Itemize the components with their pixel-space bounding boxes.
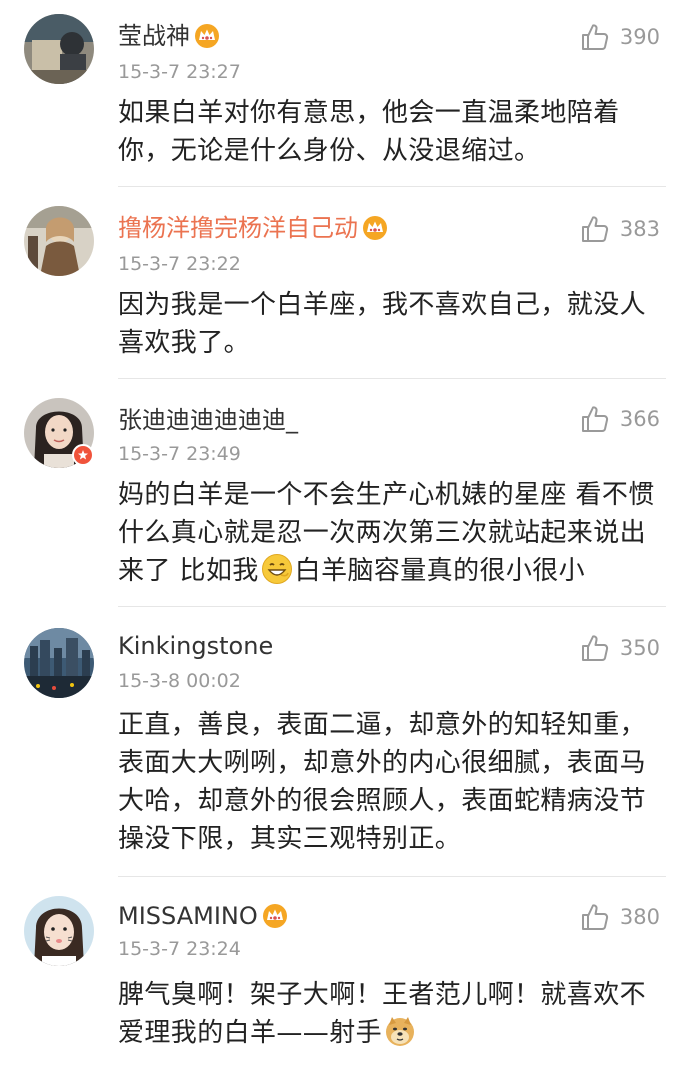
doge-emoji-icon (386, 1017, 415, 1046)
comment-feed: 莹战神 15-3-7 23:27 390 如果白羊对你有意思，他会一直温柔地陪着… (0, 0, 690, 1068)
like-button[interactable]: 383 (580, 214, 660, 244)
thumbs-up-icon (581, 904, 608, 930)
like-button[interactable]: 350 (580, 633, 660, 663)
avatar[interactable] (24, 896, 94, 966)
like-count: 380 (619, 905, 660, 929)
divider (118, 186, 666, 187)
thumbs-up-icon (581, 635, 608, 661)
grin-emoji-icon (261, 554, 292, 584)
crown-icon (262, 904, 287, 928)
comment-item: 莹战神 15-3-7 23:27 390 如果白羊对你有意思，他会一直温柔地陪着… (0, 0, 690, 188)
avatar[interactable] (24, 206, 94, 276)
username-row: MISSAMINO (118, 900, 289, 932)
username-row: 撸杨洋撸完杨洋自己动 (118, 212, 389, 244)
username[interactable]: MISSAMINO (118, 900, 258, 932)
timestamp: 15-3-7 23:27 (118, 61, 241, 83)
crown-icon (363, 216, 387, 240)
comment-text: 妈的白羊是一个不会生产心机婊的星座 看不惯什么真心就是忍一次两次第三次就站起来说… (118, 476, 670, 590)
avatar[interactable] (24, 14, 94, 84)
username[interactable]: 张迪迪迪迪迪迪_ (118, 404, 298, 436)
divider (118, 378, 666, 379)
like-button[interactable]: 380 (580, 902, 660, 932)
username[interactable]: Kinkingstone (118, 630, 273, 662)
like-button[interactable]: 366 (580, 404, 660, 434)
timestamp: 15-3-8 00:02 (118, 670, 241, 692)
like-button[interactable]: 390 (580, 22, 660, 52)
like-count: 350 (619, 636, 660, 660)
comment-text-part: 白羊脑容量真的很小很小 (294, 556, 586, 586)
username-row: 张迪迪迪迪迪迪_ (118, 404, 298, 436)
like-count: 383 (619, 217, 660, 241)
divider (118, 876, 666, 877)
thumbs-up-icon (581, 406, 608, 432)
comment-text: 脾气臭啊！架子大啊！王者范儿啊！就喜欢不爱理我的白羊——射手 (118, 976, 670, 1052)
timestamp: 15-3-7 23:49 (118, 443, 241, 465)
like-count: 366 (619, 407, 660, 431)
username-row: 莹战神 (118, 20, 221, 52)
divider (118, 606, 666, 607)
timestamp: 15-3-7 23:24 (118, 938, 241, 960)
comment-item: Kinkingstone 15-3-8 00:02 350 正直，善良，表面二逼… (0, 608, 690, 878)
username-row: Kinkingstone (118, 630, 273, 662)
avatar[interactable] (24, 628, 94, 698)
comment-text: 因为我是一个白羊座，我不喜欢自己，就没人喜欢我了。 (118, 290, 647, 358)
comment-item: 张迪迪迪迪迪迪_ 15-3-7 23:49 366 妈的白羊是一个不会生产心机婊… (0, 380, 690, 608)
comment-text: 如果白羊对你有意思，他会一直温柔地陪着你，无论是什么身份、从没退缩过。 (118, 98, 620, 166)
comment-item: MISSAMINO 15-3-7 23:24 380 脾气臭啊！架子大啊！王者范… (0, 878, 690, 1068)
thumbs-up-icon (581, 24, 608, 50)
comment-item: 撸杨洋撸完杨洋自己动 15-3-7 23:22 383 因为我是一个白羊座，我不… (0, 188, 690, 378)
timestamp: 15-3-7 23:22 (118, 253, 241, 275)
comment-text: 正直，善良，表面二逼，却意外的知轻知重，表面大大咧咧，却意外的内心很细腻，表面马… (118, 710, 647, 854)
thumbs-up-icon (581, 216, 608, 242)
verified-badge-icon (72, 444, 94, 466)
comment-text-part: 脾气臭啊！架子大啊！王者范儿啊！就喜欢不爱理我的白羊——射手 (118, 980, 647, 1048)
crown-icon (195, 24, 219, 48)
like-count: 390 (619, 25, 660, 49)
username[interactable]: 莹战神 (118, 20, 190, 52)
username[interactable]: 撸杨洋撸完杨洋自己动 (118, 212, 358, 244)
